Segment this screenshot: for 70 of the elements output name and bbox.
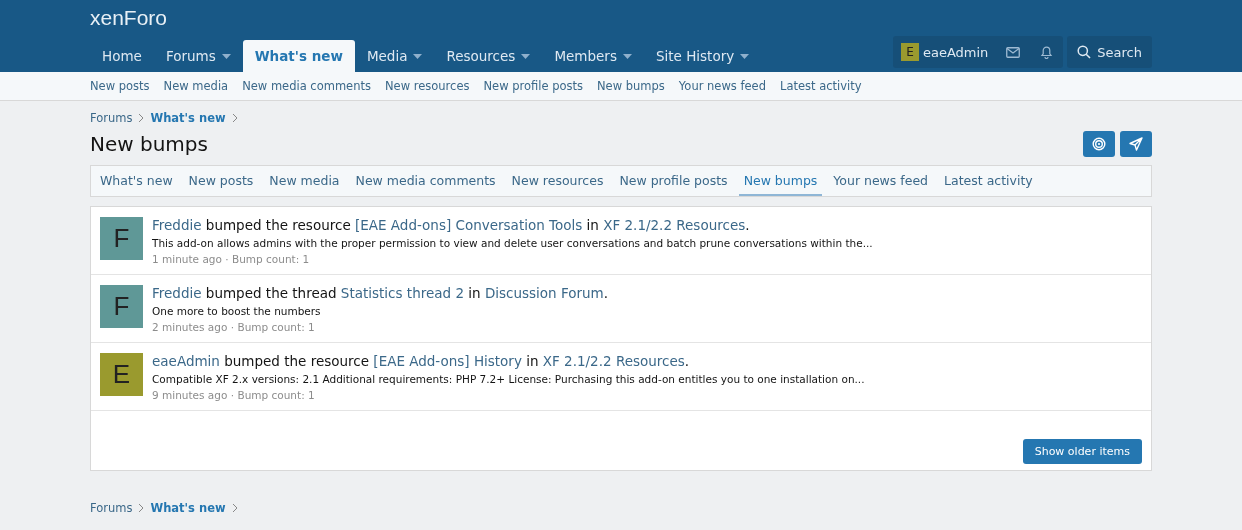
activity-link[interactable]: Freddie [152, 217, 202, 233]
activity-link[interactable]: XF 2.1/2.2 Resources [542, 353, 685, 369]
bump-count: Bump count: 1 [237, 389, 315, 401]
filter-tab[interactable]: New media comments [350, 166, 501, 196]
subnav-link[interactable]: New profile posts [483, 79, 583, 93]
user-avatar: E [900, 43, 919, 61]
filter-tab[interactable]: Your news feed [828, 166, 934, 196]
chevron-icon [231, 504, 238, 512]
breadcrumb-link[interactable]: What's new [150, 501, 226, 515]
search-icon [1077, 45, 1092, 59]
user-avatar[interactable]: E [100, 353, 143, 396]
bump-count: Bump count: 1 [237, 321, 315, 333]
separator-dot: · [225, 253, 229, 265]
activity-link[interactable]: [EAE Add-ons] History [373, 353, 522, 369]
watch-button[interactable] [1083, 131, 1115, 157]
nav-tab[interactable]: Site History [643, 40, 762, 72]
paper-plane-icon [1129, 137, 1143, 151]
show-older-button[interactable]: Show older items [1022, 439, 1142, 464]
filter-tab[interactable]: What's new [95, 166, 178, 196]
target-icon [1092, 137, 1106, 151]
activity-sentence: eaeAdmin bumped the resource [EAE Add-ons] History in XF 2.1/2.2 Resources. [152, 353, 691, 369]
search-button[interactable]: Search [1067, 36, 1152, 68]
filter-tab[interactable]: New bumps [738, 166, 823, 196]
bump-count: Bump count: 1 [231, 253, 310, 265]
filter-tab[interactable]: New profile posts [614, 166, 733, 196]
nav-tab[interactable]: Forums [153, 40, 243, 72]
chevron-icon [231, 114, 238, 122]
subnav-link[interactable]: New bumps [597, 79, 665, 93]
activity-link[interactable]: Discussion Forum [484, 285, 604, 301]
page-title: New bumps [90, 132, 208, 156]
activity-snippet: This add-on allows admins with the proper permission to view and delete user conversations and batch prune conversations within the... [152, 237, 873, 249]
subnav-link[interactable]: Your news feed [678, 79, 766, 93]
logo[interactable]: xenForo [90, 0, 168, 34]
separator-dot: · [230, 389, 235, 401]
nav-tab[interactable]: What's new [242, 40, 355, 72]
activity-link[interactable]: Statistics thread 2 [340, 285, 464, 301]
nav-tab[interactable]: Media [354, 40, 435, 72]
nav-tab[interactable]: Home [90, 40, 154, 72]
nav-tab[interactable]: Resources [434, 40, 543, 72]
activity-link[interactable]: Freddie [152, 285, 202, 301]
subnav-link[interactable]: New resources [385, 79, 470, 93]
activity-snippet: One more to boost the numbers [152, 305, 322, 317]
activity-sentence: Freddie bumped the thread Statistics thread 2 in Discussion Forum. [152, 285, 609, 301]
filter-tab[interactable]: Latest activity [939, 166, 1038, 196]
subnav-link[interactable]: New media comments [242, 79, 371, 93]
separator-dot: · [230, 321, 235, 333]
activity-time: 2 minutes ago [152, 321, 228, 333]
bell-icon [1040, 45, 1054, 59]
chevron-icon [138, 114, 145, 122]
subnav-link[interactable]: New posts [90, 79, 150, 93]
activity-time: 1 minute ago [152, 253, 222, 265]
subnav-link[interactable]: New media [163, 79, 229, 93]
user-avatar[interactable]: F [100, 217, 143, 260]
envelope-icon [1006, 46, 1021, 58]
share-button[interactable] [1120, 131, 1152, 157]
breadcrumb-link[interactable]: Forums [90, 111, 133, 125]
user-avatar[interactable]: F [100, 285, 143, 328]
activity-sentence: Freddie bumped the resource [EAE Add-ons] Conversation Tools in XF 2.1/2.2 Resources. [152, 217, 751, 233]
activity-time: 9 minutes ago [152, 389, 228, 401]
activity-link[interactable]: [EAE Add-ons] Conversation Tools [355, 217, 583, 233]
chevron-icon [138, 504, 145, 512]
activity-link[interactable]: eaeAdmin [152, 353, 220, 369]
filter-tab[interactable]: New media [264, 166, 345, 196]
activity-snippet: Compatible XF 2.x versions: 2.1 Additional requirements: PHP 7.2+ License: Purchasing this add-on entitles you to one installation on... [152, 373, 865, 385]
nav-tab[interactable]: Members [542, 40, 644, 72]
subnav-link[interactable]: Latest activity [779, 79, 862, 93]
filter-tab[interactable]: New posts [183, 166, 259, 196]
filter-tab[interactable]: New resources [506, 166, 609, 196]
breadcrumb-link[interactable]: Forums [90, 501, 133, 515]
breadcrumb-link[interactable]: What's new [150, 111, 226, 125]
